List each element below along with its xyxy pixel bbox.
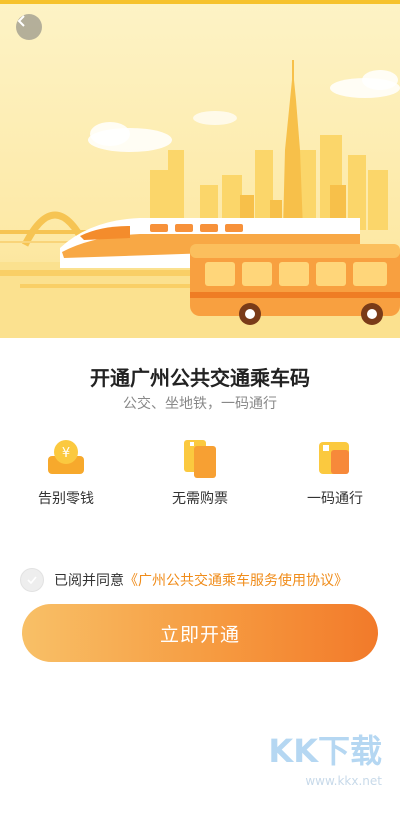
- page-subtitle: 公交、坐地铁，一码通行: [123, 396, 277, 412]
- feature-label: 无需购票: [172, 491, 228, 507]
- watermark-url: www.kkx.net: [305, 774, 382, 788]
- watermark: KK下载 www.kkx.net: [268, 726, 382, 788]
- feature-no-change: ¥ 告别零钱: [11, 436, 121, 508]
- feature-label: 告别零钱: [38, 491, 94, 507]
- agreement-prefix: 已阅并同意: [54, 573, 124, 589]
- agreement-link[interactable]: 《广州公共交通乘车服务使用协议》: [124, 570, 348, 590]
- feature-label: 一码通行: [307, 491, 363, 507]
- agree-checkbox[interactable]: [20, 568, 44, 592]
- agreement-row: 已阅并同意 《广州公共交通乘车服务使用协议》: [20, 568, 348, 592]
- watermark-logo: KK下载: [268, 732, 382, 770]
- transit-illustration: [0, 60, 400, 338]
- feature-one-code: 一码通行: [280, 436, 390, 508]
- qr-card-icon: [319, 442, 349, 474]
- ticket-icon: [184, 440, 216, 478]
- coin-icon: ¥: [48, 440, 84, 474]
- back-button[interactable]: [16, 14, 42, 40]
- hero-illustration: [0, 0, 400, 338]
- chevron-left-icon: [17, 15, 25, 27]
- svg-text:¥: ¥: [62, 446, 70, 461]
- activate-button[interactable]: 立即开通: [22, 604, 378, 662]
- feature-no-ticket: 无需购票: [145, 436, 255, 508]
- page-title: 开通广州公共交通乘车码: [90, 366, 310, 390]
- check-icon: [27, 576, 37, 584]
